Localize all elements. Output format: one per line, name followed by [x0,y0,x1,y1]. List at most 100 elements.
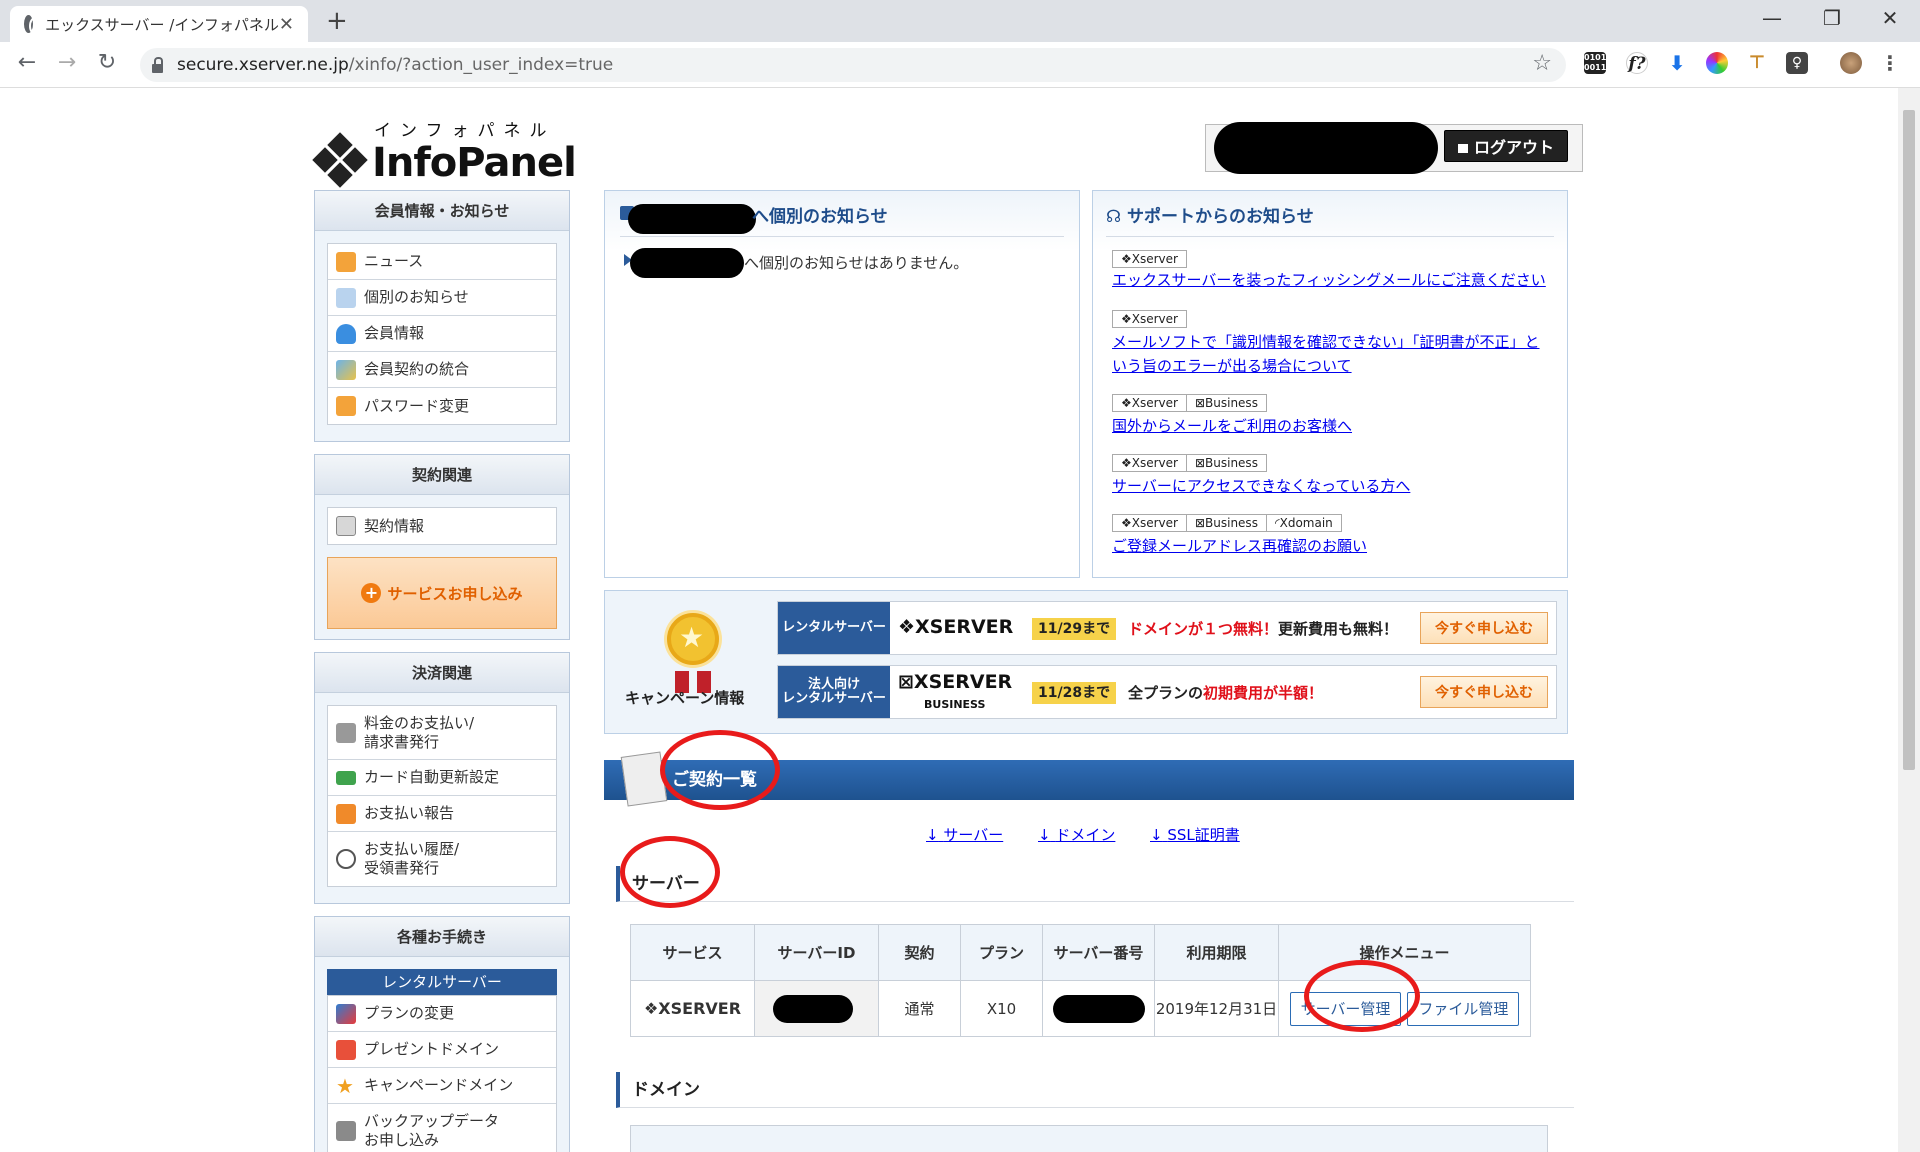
anchor-link-ssl[interactable]: ↓ SSL証明書 [1150,824,1240,845]
back-arrow-icon[interactable]: ← [12,50,42,75]
support-link-email-reconfirm[interactable]: ご登録メールアドレス再確認のお願い [1112,534,1552,558]
logout-button[interactable]: ログアウト [1444,130,1568,162]
sidebar-procedures-section: 各種お手続き レンタルサーバー プランの変更 プレゼントドメイン ★ キャンペーン… [314,916,570,1152]
redacted-account-name [630,248,744,278]
sidebar-contract-section: 契約関連 契約情報 + サービスお申し込み [314,454,570,640]
minimize-icon[interactable]: — [1744,6,1800,30]
anchor-link-server[interactable]: ↓ サーバー [926,824,1003,845]
hammer-extension-icon[interactable]: ⊤ [1746,52,1768,74]
campaign-text-highlight: 初期費用が半額！ [1203,684,1324,702]
bookmark-star-icon[interactable]: ☆ [1532,51,1552,76]
sidebar-item-merge-contract[interactable]: 会員契約の統合 [328,352,556,388]
support-link-server-access[interactable]: サーバーにアクセスできなくなっている方へ [1112,474,1552,498]
sidebar-item-label: ニュース [364,252,424,270]
sidebar-item-personal-notice[interactable]: 個別のお知らせ [328,280,556,316]
url-path: /xinfo/?action_user_index=true [348,55,614,75]
campaign-text: 全プランの初期費用が半額！ [1128,682,1323,703]
col-expiry: 利用期限 [1154,924,1279,981]
infopanel-diamond-icon [312,132,368,188]
sidebar-section-title: 決済関連 [315,653,569,693]
bulb-extension-icon[interactable]: ♀ [1786,52,1808,74]
notice-tags: ❖Xserver ⊠Business [1112,454,1267,472]
sidebar-item-present-domain[interactable]: プレゼントドメイン [328,1032,556,1068]
sidebar-item-member-info[interactable]: 会員情報 [328,316,556,352]
download-extension-icon[interactable]: ⬇ [1666,52,1688,74]
page-scrollbar[interactable] [1898,88,1920,1152]
campaign-row-business: 法人向け レンタルサーバー ⊠XSERVER BUSINESS 11/28まで 全… [777,665,1557,719]
sidebar-item-password[interactable]: パスワード変更 [328,388,556,424]
campaign-text-rest: 更新費用も無料！ [1278,620,1399,638]
sidebar-item-plan-change[interactable]: プランの変更 [328,996,556,1032]
lock-icon [152,56,163,73]
support-notice-title: ☊ サポートからのお知らせ [1106,202,1314,227]
down-arrow-icon: ↓ [1150,826,1163,844]
personal-notice-title: へ個別のお知らせ [752,207,888,227]
no-personal-notice-text: へ個別のお知らせはありません。 [744,254,969,272]
globe-icon [24,15,42,35]
profile-avatar[interactable] [1840,52,1862,74]
sidebar-item-campaign-domain[interactable]: ★ キャンペーンドメイン [328,1068,556,1104]
sidebar-item-card-renewal[interactable]: カード自動更新設定 [328,760,556,796]
highlight-circle-server-manage [1304,960,1420,1032]
maximize-icon[interactable]: ❐ [1804,6,1860,30]
new-tab-button[interactable]: + [326,6,348,36]
apply-now-button[interactable]: 今すぐ申し込む [1420,612,1548,644]
browser-tab[interactable]: エックスサーバー /インフォパネル ✕ [10,6,308,42]
url-host: secure.xserver.ne.jp [177,55,349,75]
tab-close-icon[interactable]: ✕ [279,14,294,35]
sidebar-section-title: 各種お手続き [315,917,569,957]
sidebar-item-contract-info[interactable]: 契約情報 [328,508,556,544]
sidebar-menu: ニュース 個別のお知らせ 会員情報 会員契約の統合 パスワード変更 [327,243,557,425]
scrollbar-thumb[interactable] [1903,110,1915,770]
col-plan: プラン [960,924,1043,981]
col-server-id: サーバーID [754,924,879,981]
tag-xserver: ❖Xserver [1112,394,1187,412]
col-server-number: サーバー番号 [1042,924,1155,981]
support-link-phishing[interactable]: エックスサーバーを装ったフィッシングメールにご注意ください [1112,268,1552,292]
campaign-text-pre: 全プランの [1128,684,1204,702]
color-picker-extension-icon[interactable] [1706,52,1728,74]
service-apply-button[interactable]: + サービスお申し込み [327,557,557,629]
star-icon: ★ [336,1073,354,1098]
sidebar-item-label: 会員情報 [364,324,425,342]
domain-table-header [630,1125,1548,1152]
sidebar-item-payment-invoice[interactable]: 料金のお支払い/ 請求書発行 [328,706,556,760]
sidebar-item-backup[interactable]: バックアップデータ お申し込み [328,1104,556,1152]
cell-service: ❖XSERVER [630,980,755,1037]
menu-dots-icon[interactable]: ⋮ [1880,52,1900,74]
address-bar[interactable]: secure.xserver.ne.jp/xinfo/?action_user_… [140,48,1566,82]
cell-plan: X10 [960,980,1043,1037]
binary-extension-icon[interactable]: 0101 0011 [1584,52,1606,74]
redacted-server-id [773,995,853,1023]
sidebar-subheader-rental: レンタルサーバー [327,969,557,995]
apply-now-button[interactable]: 今すぐ申し込む [1420,676,1548,708]
sidebar-item-label: 契約情報 [364,516,425,535]
sidebar-item-payment-report[interactable]: お支払い報告 [328,796,556,832]
anchor-link-label: SSL証明書 [1167,826,1240,844]
forward-arrow-icon[interactable]: → [52,50,82,75]
sidebar-item-payment-history[interactable]: お支払い履歴/ 受領書発行 [328,832,556,886]
anchor-link-label: ドメイン [1055,826,1116,844]
col-service: サービス [630,924,755,981]
report-icon [336,803,356,824]
close-window-icon[interactable]: ✕ [1862,6,1918,30]
support-link-cert-error[interactable]: メールソフトで「識別情報を確認できない」「証明書が不正」という旨のエラーが出る場… [1112,330,1552,378]
infopanel-logo[interactable]: インフォパネル InfoPanel [312,118,577,188]
anchor-link-domain[interactable]: ↓ ドメイン [1038,824,1115,845]
browser-tab-bar: エックスサーバー /インフォパネル ✕ + — ❐ ✕ [0,0,1920,42]
campaign-label: キャンペーン情報 [625,689,745,707]
sidebar-item-label: バックアップデータ お申し込み [364,1112,500,1149]
users-merge-icon [336,359,356,380]
reload-icon[interactable]: ↻ [92,50,122,75]
file-manage-button[interactable]: ファイル管理 [1407,991,1520,1026]
sidebar-item-news[interactable]: ニュース [328,244,556,280]
campaign-row-rental: レンタルサーバー ❖XSERVER 11/29まで ドメインが１つ無料！更新費用… [777,601,1557,655]
sidebar-item-label: キャンペーンドメイン [364,1076,514,1094]
sidebar-menu: 料金のお支払い/ 請求書発行 カード自動更新設定 お支払い報告 お支払い履歴/ … [327,705,557,887]
font-extension-icon[interactable]: f? [1626,52,1648,74]
page-content: インフォパネル InfoPanel ログアウト 会員情報・お知らせ ニュース 個… [0,88,1898,1152]
notice-tags: ❖Xserver ⊠Business ◜Xdomain [1112,514,1342,532]
support-link-overseas-mail[interactable]: 国外からメールをご利用のお客様へ [1112,414,1552,438]
notice-tags: ❖Xserver [1112,310,1187,328]
sidebar-menu: プランの変更 プレゼントドメイン ★ キャンペーンドメイン バックアップデータ お… [327,995,557,1152]
